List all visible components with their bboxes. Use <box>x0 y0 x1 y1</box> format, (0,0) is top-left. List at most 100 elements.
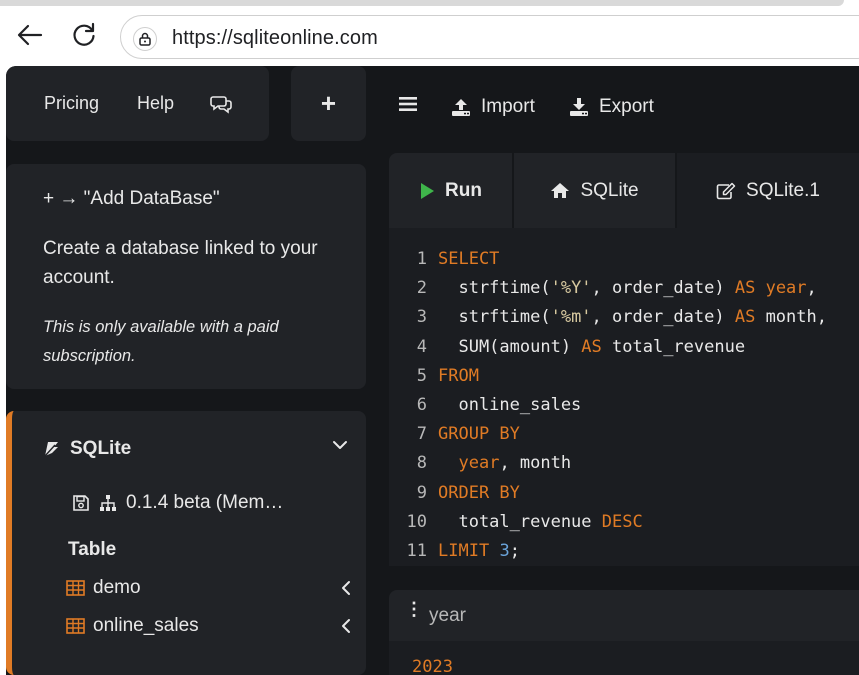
line-number: 9 <box>416 482 427 503</box>
code-token: strftime( <box>438 307 551 328</box>
run-button[interactable]: Run <box>389 153 512 228</box>
code-token: AS <box>734 278 756 299</box>
add-database-button[interactable]: + <box>291 66 366 141</box>
code-token: LIMIT <box>438 541 490 561</box>
code-token: year <box>458 453 500 474</box>
chat-button[interactable] <box>210 94 232 119</box>
info-note: This is only available with a paid subsc… <box>43 318 279 365</box>
line-number: 10 <box>406 511 427 532</box>
top-nav-panel: Pricing Help <box>6 66 269 141</box>
add-database-hint: + → "Add DataBase" <box>43 188 220 209</box>
chevron-down-icon <box>333 441 347 449</box>
code-token: total_revenue <box>601 336 746 357</box>
chat-icon <box>210 96 232 114</box>
table-item-online-sales[interactable]: online_sales <box>66 612 356 640</box>
code-token: SELECT <box>438 249 500 269</box>
database-version-row[interactable]: 0.1.4 beta (Mem… <box>72 492 283 514</box>
sitemap-icon <box>100 495 116 511</box>
sqliteonline-app: Pricing Help + Import Export + → "Add Da… <box>6 66 859 675</box>
sql-editor[interactable]: 1 SELECT 2 strftime('%Y', order_date) AS y… <box>389 228 859 566</box>
export-button[interactable]: Export <box>569 96 654 118</box>
code-line[interactable]: 3 strftime('%m', order_date) AS month, <box>389 303 827 332</box>
code-token: DESC <box>601 511 643 532</box>
code-line[interactable]: 6 online_sales <box>389 391 582 420</box>
code-token: online_sales <box>438 395 582 415</box>
arrow-left-icon <box>17 24 43 46</box>
feather-icon <box>44 442 58 457</box>
code-line[interactable]: 1 SELECT <box>389 245 500 274</box>
code-line[interactable]: 5 FROM <box>389 362 479 391</box>
tab-sqlite[interactable]: SQLite <box>514 153 675 228</box>
code-token: AS <box>581 336 602 357</box>
code-line[interactable]: 2 strftime('%Y', order_date) AS year, <box>389 274 817 303</box>
line-number: 5 <box>416 365 427 386</box>
table-section-heading: Table <box>68 539 117 560</box>
line-number: 3 <box>416 307 427 328</box>
code-token: , order_date) <box>591 307 735 328</box>
line-number: 2 <box>416 278 427 299</box>
table-item-demo[interactable]: demo <box>66 574 356 602</box>
result-column-header[interactable]: year <box>429 605 466 627</box>
result-cell[interactable]: 2023 <box>412 657 453 675</box>
code-token: SUM(amount) <box>438 336 582 357</box>
pricing-link[interactable]: Pricing <box>44 93 99 114</box>
import-button[interactable]: Import <box>451 96 535 118</box>
address-bar[interactable]: https://sqliteonline.com <box>120 15 859 59</box>
download-icon <box>570 98 588 116</box>
url-text: https://sqliteonline.com <box>172 27 378 49</box>
code-token: FROM <box>438 365 479 386</box>
home-icon <box>551 183 570 198</box>
table-icon <box>66 618 85 634</box>
database-header[interactable]: SQLite <box>44 438 131 460</box>
chevron-left-icon <box>342 619 350 633</box>
code-token: month, <box>755 307 827 328</box>
line-number: 11 <box>406 541 427 561</box>
tab-sqlite-1[interactable]: SQLite.1 <box>677 153 859 228</box>
code-line[interactable]: 8 year, month <box>389 449 571 478</box>
code-line[interactable]: 9 ORDER BY <box>389 479 520 508</box>
line-number: 4 <box>416 336 427 357</box>
code-line[interactable]: 10 total_revenue DESC <box>389 508 643 537</box>
code-token: 3 <box>499 541 510 561</box>
code-line[interactable]: 4 SUM(amount) AS total_revenue <box>389 333 745 362</box>
code-token: '%Y' <box>550 278 592 299</box>
back-button[interactable] <box>15 20 45 50</box>
help-link[interactable]: Help <box>137 93 174 114</box>
database-name: SQLite <box>70 438 132 459</box>
line-number: 8 <box>416 453 427 474</box>
code-token: year <box>765 278 807 299</box>
table-icon <box>66 580 85 596</box>
code-token: '%m' <box>550 307 592 328</box>
code-token: total_revenue <box>438 511 602 532</box>
code-token: GROUP BY <box>438 424 520 445</box>
code-token: , <box>806 278 817 299</box>
chevron-left-icon <box>342 581 350 595</box>
browser-toolbar: https://sqliteonline.com <box>0 6 859 66</box>
code-token: AS <box>734 307 756 328</box>
edit-icon <box>716 182 736 199</box>
code-token: ; <box>509 541 520 561</box>
code-token: strftime( <box>438 278 551 299</box>
collapse-database-button[interactable] <box>332 438 348 456</box>
column-menu-button[interactable]: ⋮ <box>405 600 423 618</box>
code-line[interactable]: 11 LIMIT 3; <box>389 537 520 566</box>
import-label: Import <box>481 96 535 117</box>
site-info-button[interactable] <box>133 27 157 51</box>
play-icon <box>421 182 435 199</box>
result-grid: 2023 <box>389 641 859 675</box>
export-label: Export <box>599 96 654 117</box>
line-number: 6 <box>416 395 427 415</box>
reload-button[interactable] <box>69 20 99 50</box>
reload-icon <box>73 22 95 46</box>
code-token: , order_date) <box>591 278 735 299</box>
tab-label: SQLite.1 <box>746 179 820 201</box>
database-version: 0.1.4 beta (Mem… <box>126 492 284 513</box>
code-token: ORDER BY <box>438 482 520 503</box>
menu-button[interactable] <box>399 96 417 112</box>
line-number: 7 <box>416 424 427 445</box>
code-line[interactable]: 7 GROUP BY <box>389 420 520 449</box>
lock-icon <box>139 32 151 46</box>
